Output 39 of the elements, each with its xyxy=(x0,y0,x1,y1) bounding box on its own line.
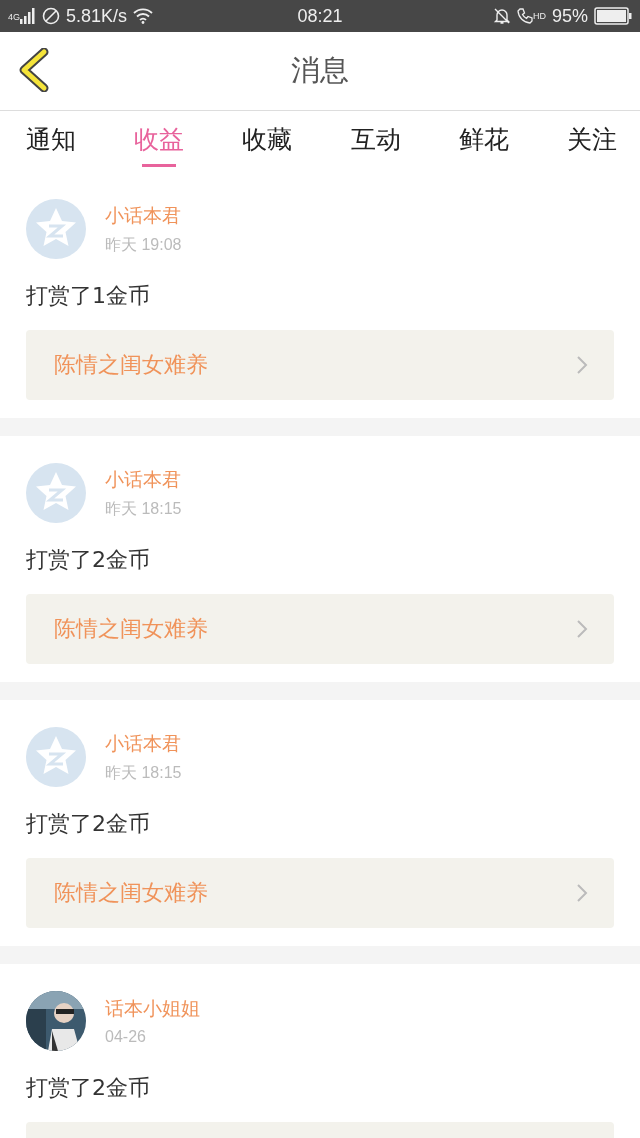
message-text: 打赏了2金币 xyxy=(26,1074,151,1102)
message-text: 打赏了2金币 xyxy=(26,546,151,574)
message-text: 打赏了1金币 xyxy=(26,282,151,310)
bell-off-icon xyxy=(492,7,511,25)
phone-icon xyxy=(516,7,533,25)
tab[interactable]: 收藏 xyxy=(228,111,307,172)
book-link[interactable]: 陈情之闺女难养 xyxy=(26,858,614,928)
avatar-icon xyxy=(26,727,86,787)
network-speed: 5.81K/s xyxy=(66,5,128,27)
message-time: 昨天 19:08 xyxy=(105,234,182,255)
page-title: 消息 xyxy=(291,52,349,89)
battery-icon xyxy=(594,7,632,25)
user-name[interactable]: 小话本君 xyxy=(105,202,182,229)
signal-icon xyxy=(20,8,36,24)
tab[interactable]: 鲜花 xyxy=(444,111,523,172)
book-link[interactable]: 陈情之闺女难养 xyxy=(26,330,614,400)
message-time: 昨天 18:15 xyxy=(105,762,182,783)
wifi-icon xyxy=(133,8,154,24)
network-label: 4G xyxy=(8,12,20,22)
chevron-right-icon xyxy=(576,355,588,375)
message-time: 04-26 xyxy=(105,1028,147,1046)
avatar-icon xyxy=(26,463,86,523)
user-name[interactable]: 话本小姐姐 xyxy=(105,996,200,1022)
blocked-icon xyxy=(42,7,60,25)
book-link[interactable]: 陈情之闺女难养 xyxy=(26,594,614,664)
tab[interactable]: 关注 xyxy=(552,111,631,172)
clock-time: 08:21 xyxy=(297,5,343,26)
user-name[interactable]: 小话本君 xyxy=(105,466,182,493)
user-name[interactable]: 小话本君 xyxy=(105,730,182,757)
chevron-right-icon xyxy=(576,619,588,639)
tab[interactable]: 通知 xyxy=(12,111,90,172)
message-text: 打赏了2金币 xyxy=(26,810,151,838)
tab[interactable]: 收益 xyxy=(120,111,199,172)
tab[interactable]: 互动 xyxy=(336,111,415,172)
battery-percent: 95% xyxy=(551,5,588,27)
chevron-right-icon xyxy=(576,883,588,903)
avatar-icon xyxy=(26,199,86,259)
hd-label: HD xyxy=(532,11,546,21)
message-time: 昨天 18:15 xyxy=(105,498,182,519)
